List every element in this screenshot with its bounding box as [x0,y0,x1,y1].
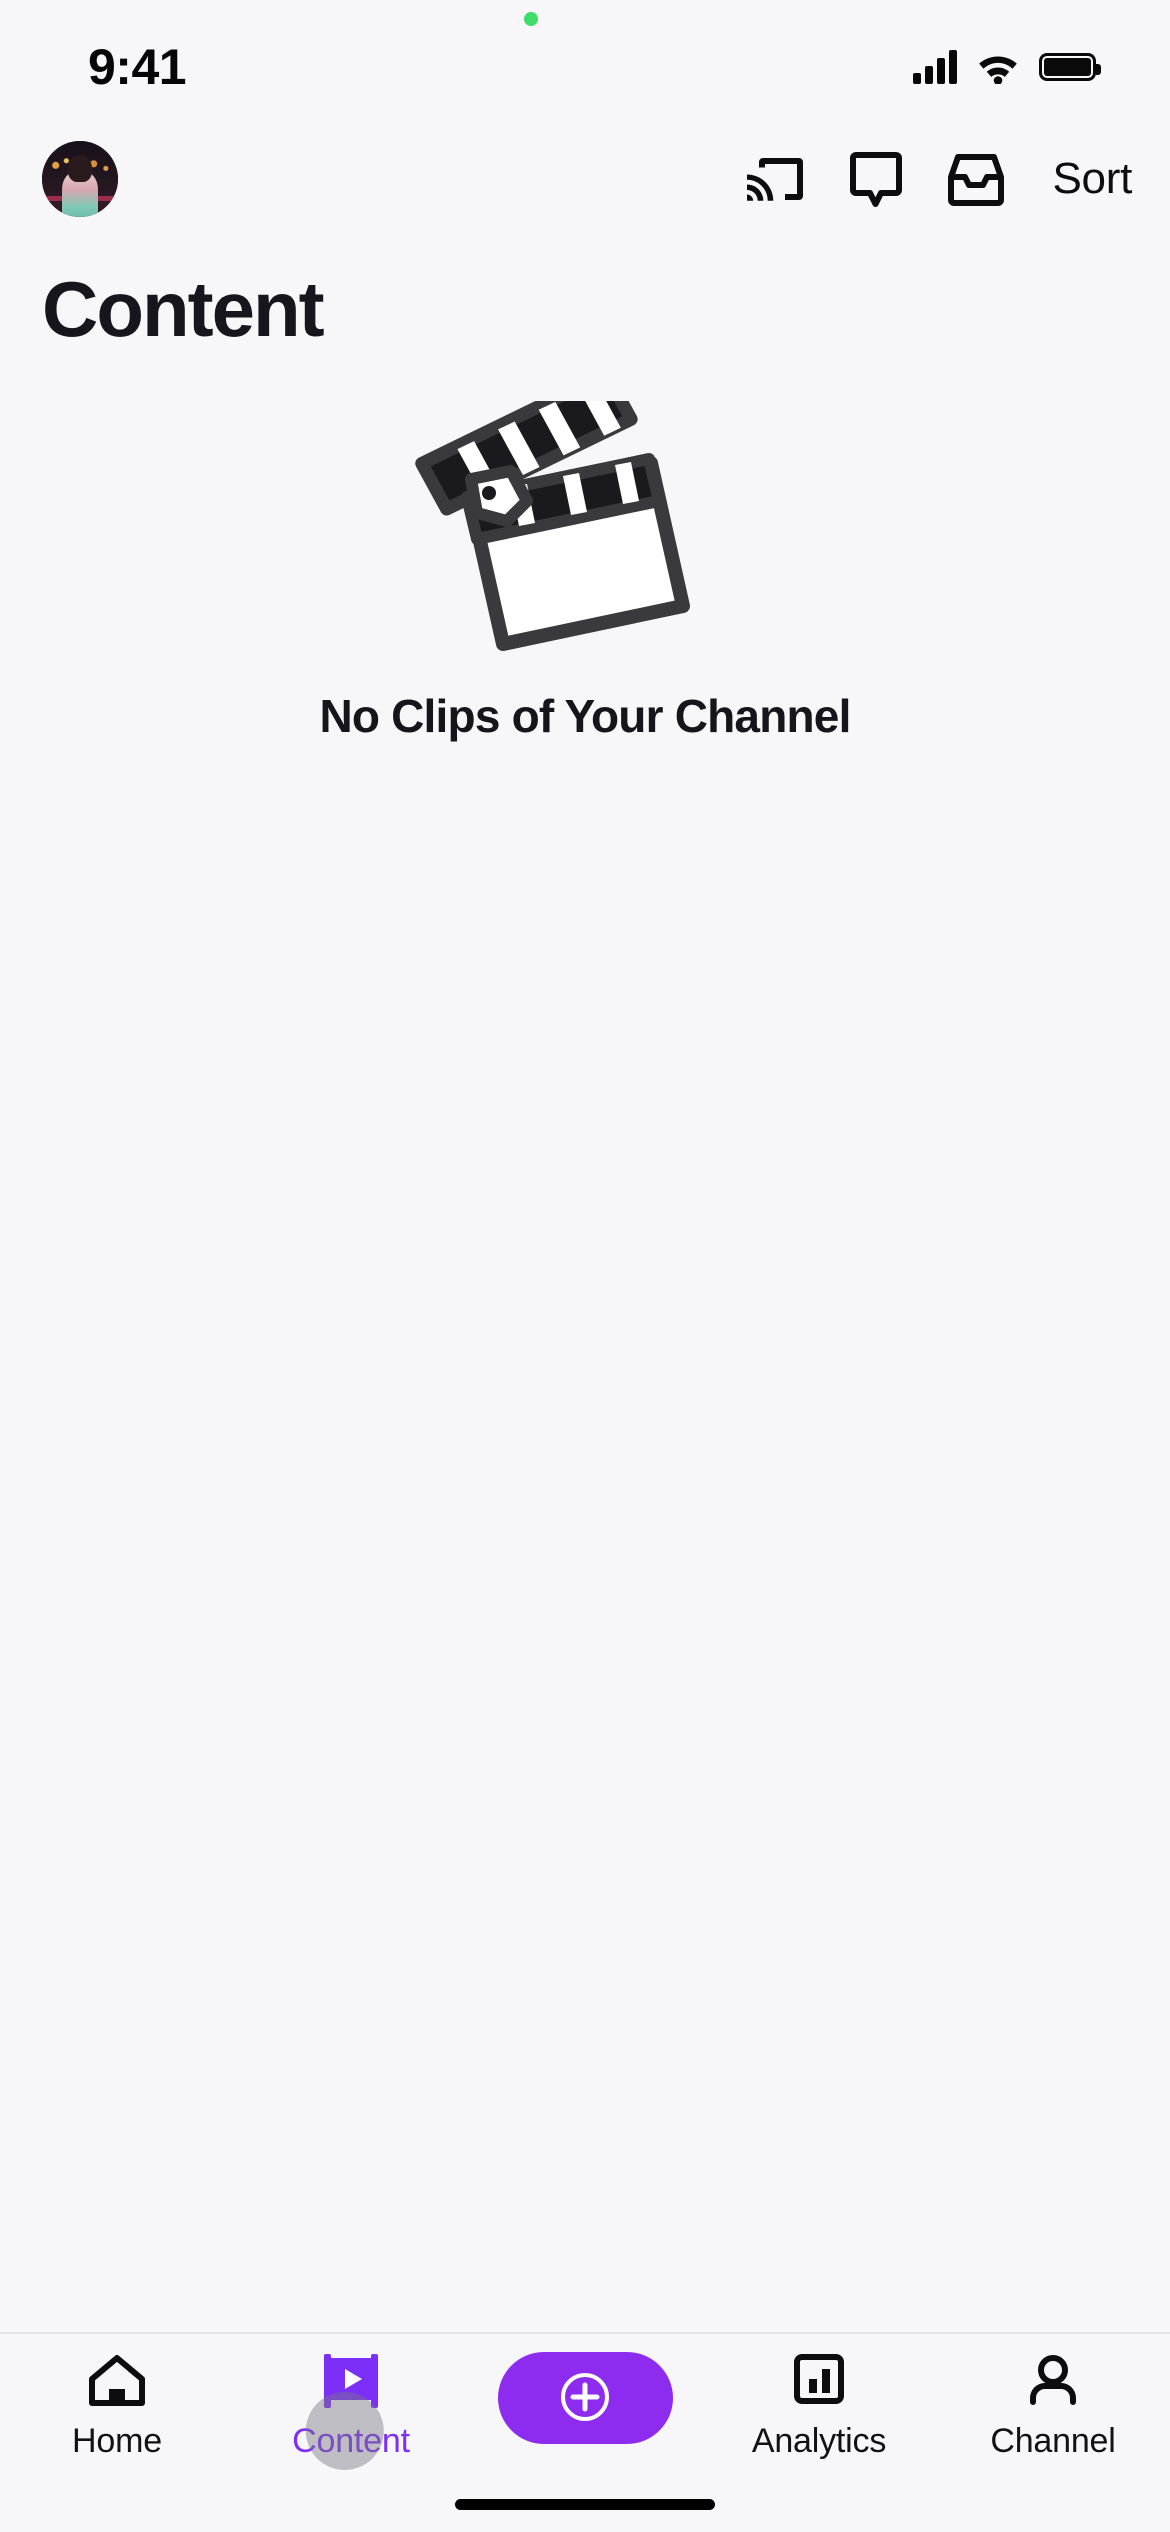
avatar[interactable] [42,141,118,217]
comment-bubble-icon[interactable] [849,151,903,207]
tab-channel-label: Channel [990,2422,1116,2460]
tab-home-label: Home [72,2422,162,2460]
tab-analytics[interactable]: Analytics [702,2350,936,2461]
tab-create [468,2350,702,2444]
status-time: 9:41 [88,39,187,95]
recording-indicator-icon [524,12,538,26]
cellular-bars-icon [913,50,957,84]
app-header: Sort [0,120,1170,238]
content-list: No Clips of Your Channel [0,355,1170,2332]
home-icon [86,2350,148,2412]
tab-analytics-label: Analytics [751,2422,887,2460]
clapperboard-icon [415,367,755,671]
empty-state-message: No Clips of Your Channel [319,690,851,742]
bottom-tab-bar: Home Content Analytics Channel [0,2332,1170,2477]
tab-content[interactable]: Content [234,2350,468,2470]
empty-state: No Clips of Your Channel [0,367,1170,743]
sort-button[interactable]: Sort [1053,154,1133,204]
wifi-icon [975,50,1021,84]
person-icon [1024,2350,1082,2412]
home-indicator[interactable] [455,2499,715,2510]
tab-content-label: Content [292,2422,410,2460]
inbox-icon[interactable] [947,151,1005,207]
status-icons [913,50,1101,84]
header-actions: Sort [745,151,1133,207]
home-indicator-area [0,2477,1170,2532]
clip-play-icon [305,2350,384,2470]
cast-icon[interactable] [745,152,805,206]
status-bar: 9:41 [0,0,1170,120]
app-screen: 9:41 Sort Content No Clips of Your Chann… [0,0,1170,2532]
battery-full-icon [1039,53,1101,81]
tab-home[interactable]: Home [0,2350,234,2461]
create-button[interactable] [497,2352,673,2444]
tab-channel[interactable]: Channel [936,2350,1170,2461]
plus-circle-icon [558,2370,612,2427]
bar-chart-icon [789,2350,849,2412]
page-title: Content [42,265,325,353]
